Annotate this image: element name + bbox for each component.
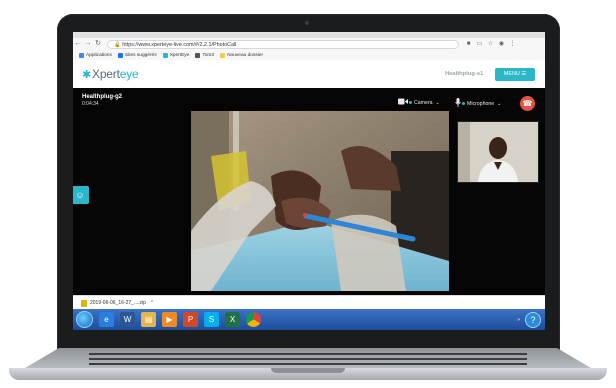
- bookmark-label: Tom3: [202, 52, 215, 58]
- record-icon[interactable]: ■: [463, 38, 474, 50]
- chevron-down-icon: ⌄: [497, 100, 502, 107]
- camera-icon: [398, 98, 408, 107]
- video-call-area: Healthplug-g2 0:04:34 Camera ⌄ Microphon…: [73, 88, 545, 295]
- microphone-status-dot: [462, 102, 465, 105]
- remote-video-image: [191, 111, 449, 291]
- call-timer: 0:04:34: [82, 101, 99, 107]
- star-icon[interactable]: ☆: [485, 38, 496, 50]
- forward-icon[interactable]: →: [83, 38, 93, 50]
- globe-icon: [195, 52, 201, 58]
- download-filename: 2019-06-06_16-27_....zip: [90, 300, 146, 306]
- word-icon[interactable]: W: [120, 312, 135, 327]
- camera-status-dot: [409, 101, 412, 104]
- microphone-icon: [455, 98, 461, 109]
- key-row: [89, 363, 527, 365]
- laptop-base: [9, 348, 607, 382]
- phone-hangup-icon: ☎: [522, 99, 533, 108]
- apps-grid-icon: [79, 52, 84, 58]
- main-video-feed: [191, 111, 449, 291]
- start-button[interactable]: [76, 311, 93, 328]
- menu-button[interactable]: MENU ☰: [495, 68, 535, 81]
- bookmark-label: XpertEye: [169, 52, 190, 58]
- key-row: [89, 353, 527, 355]
- chevron-up-icon[interactable]: ^: [151, 300, 153, 306]
- xperteye-logo[interactable]: ✱Xperteye: [82, 67, 139, 81]
- ie-icon[interactable]: e: [99, 312, 114, 327]
- back-icon[interactable]: ←: [73, 38, 83, 50]
- laptop-screen: ← → ↻ 🔒 https://www.xperteye-live.com/#/…: [73, 32, 545, 330]
- folder-icon: [220, 52, 226, 58]
- browser-toolbar-icons: ■ ▭ ☆ ◉ ⋮: [463, 38, 518, 50]
- reload-icon[interactable]: ↻: [93, 38, 103, 50]
- windows-taskbar: e W ▤ ▶ P S X » ?: [73, 309, 545, 330]
- app-header: ✱Xperteye Healthplug-s1 MENU ☰: [73, 60, 545, 88]
- powerpoint-icon[interactable]: P: [183, 312, 198, 327]
- download-item[interactable]: 2019-06-06_16-27_....zip ^: [81, 299, 153, 307]
- bookmark-item[interactable]: XpertEye: [162, 52, 190, 58]
- lock-icon: 🔒: [114, 41, 123, 48]
- bookmark-label: Applications: [86, 52, 112, 58]
- device-title: Healthplug-s1: [445, 71, 484, 77]
- skype-icon[interactable]: S: [204, 312, 219, 327]
- media-player-icon[interactable]: ▶: [162, 312, 177, 327]
- tray-overflow[interactable]: »: [517, 317, 520, 323]
- url-text: https://www.xperteye-live.com/#/2.2.1/Ph…: [122, 41, 237, 48]
- camera-control[interactable]: Camera ⌄: [398, 98, 440, 107]
- downloads-bar: 2019-06-06_16-27_....zip ^: [73, 295, 545, 310]
- browser-address-bar: ← → ↻ 🔒 https://www.xperteye-live.com/#/…: [73, 38, 545, 50]
- participants-button[interactable]: ☺: [73, 186, 89, 204]
- url-field[interactable]: 🔒 https://www.xperteye-live.com/#/2.2.1/…: [107, 39, 459, 49]
- webcam-dot: [305, 21, 309, 25]
- account-icon[interactable]: ◉: [496, 38, 507, 50]
- user-icon: ☺: [75, 190, 85, 200]
- microphone-control[interactable]: Microphone ⌄: [455, 98, 501, 109]
- lid-notch: [271, 368, 345, 373]
- self-view-feed: [457, 121, 539, 183]
- key-row: [89, 358, 527, 360]
- chevron-down-icon: ⌄: [435, 99, 440, 106]
- excel-icon[interactable]: X: [225, 312, 240, 327]
- hangup-button[interactable]: ☎: [520, 96, 535, 111]
- bookmark-icon: [117, 52, 123, 58]
- zip-file-icon: [81, 299, 87, 307]
- local-video-image: [458, 122, 538, 182]
- bookmark-icon: [162, 52, 168, 58]
- chrome-icon[interactable]: [246, 312, 261, 327]
- explorer-icon[interactable]: ▤: [141, 312, 156, 327]
- help-icon[interactable]: ?: [525, 312, 541, 328]
- logo-star-icon: ✱: [82, 69, 92, 81]
- bookmark-item[interactable]: Nouveau dossier: [220, 52, 264, 58]
- bookmark-item[interactable]: Applications: [79, 52, 112, 58]
- bookmark-label: Sites suggérés: [124, 52, 157, 58]
- bookmark-item[interactable]: Tom3: [195, 52, 215, 58]
- bookmark-item[interactable]: Sites suggérés: [117, 52, 157, 58]
- cast-icon[interactable]: ▭: [474, 38, 485, 50]
- peer-name: Healthplug-g2: [82, 94, 122, 100]
- system-tray: » ?: [517, 312, 541, 328]
- menu-dots-icon[interactable]: ⋮: [507, 38, 518, 50]
- bookmark-label: Nouveau dossier: [227, 52, 264, 58]
